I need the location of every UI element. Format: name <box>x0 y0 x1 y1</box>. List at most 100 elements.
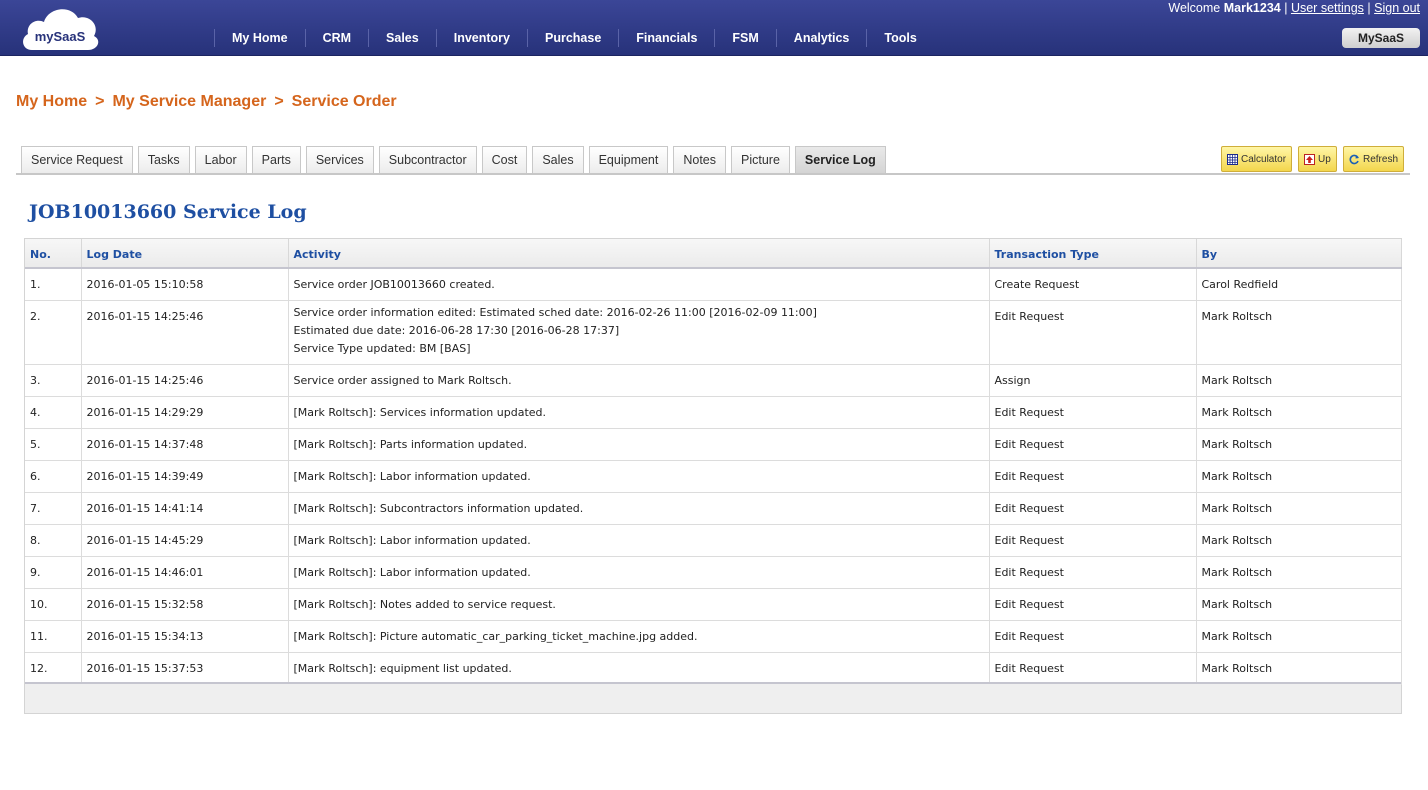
table-row: 4. 2016-01-15 14:29:29 [Mark Roltsch]: Ser… <box>25 396 1402 429</box>
tab-subcontractor[interactable]: Subcontractor <box>378 146 477 173</box>
transaction-type-cell: Edit Request <box>989 492 1197 525</box>
by-cell: Mark Roltsch <box>1196 620 1402 653</box>
by-cell: Mark Roltsch <box>1196 460 1402 493</box>
by-cell: Mark Roltsch <box>1196 588 1402 621</box>
transaction-type-cell: Create Request <box>989 268 1197 301</box>
nav-financials[interactable]: Financials <box>618 29 714 47</box>
table-row: 7. 2016-01-15 14:41:14 [Mark Roltsch]: Sub… <box>25 492 1402 525</box>
log-date-cell: 2016-01-15 14:39:49 <box>81 460 289 493</box>
calculator-icon <box>1227 153 1238 165</box>
activity-line: Service order information edited: Estima… <box>293 306 817 319</box>
column-header-transaction-type[interactable]: Transaction Type <box>989 239 1197 269</box>
nav-fsm[interactable]: FSM <box>714 29 775 47</box>
log-number-cell: 3. <box>25 364 82 397</box>
user-settings-link[interactable]: User settings <box>1291 1 1364 15</box>
table-row: 3. 2016-01-15 14:25:46 Service order assig… <box>25 364 1402 397</box>
log-date-cell: 2016-01-15 14:41:14 <box>81 492 289 525</box>
breadcrumb-my-home[interactable]: My Home <box>16 93 87 110</box>
log-date-cell: 2016-01-15 14:46:01 <box>81 556 289 589</box>
log-number-cell: 8. <box>25 524 82 557</box>
transaction-type-cell: Edit Request <box>989 620 1197 653</box>
column-header-no[interactable]: No. <box>25 239 82 269</box>
activity-cell: [Mark Roltsch]: Parts information update… <box>288 428 990 461</box>
by-cell: Mark Roltsch <box>1196 364 1402 397</box>
page-title: JOB10013660 Service Log <box>29 201 307 223</box>
mysaas-button[interactable]: MySaaS <box>1342 28 1420 48</box>
log-date-cell: 2016-01-15 14:29:29 <box>81 396 289 429</box>
activity-cell: [Mark Roltsch]: Labor information update… <box>288 524 990 557</box>
up-label: Up <box>1318 153 1331 165</box>
column-header-log-date[interactable]: Log Date <box>81 239 289 269</box>
breadcrumb-separator: > <box>274 93 284 110</box>
nav-my-home[interactable]: My Home <box>214 29 305 47</box>
breadcrumb-my-service-manager[interactable]: My Service Manager <box>112 93 266 110</box>
nav-tools[interactable]: Tools <box>866 29 933 47</box>
column-header-by[interactable]: By <box>1196 239 1402 269</box>
transaction-type-cell: Edit Request <box>989 524 1197 557</box>
nav-crm[interactable]: CRM <box>304 29 368 47</box>
nav-inventory[interactable]: Inventory <box>435 29 527 47</box>
activity-line: [Mark Roltsch]: Notes added to service r… <box>293 598 556 611</box>
tab-bar: Service Request Tasks Labor Parts Servic… <box>21 146 891 174</box>
table-row: 5. 2016-01-15 14:37:48 [Mark Roltsch]: Par… <box>25 428 1402 461</box>
log-date-cell: 2016-01-15 15:34:13 <box>81 620 289 653</box>
log-date-cell: 2016-01-05 15:10:58 <box>81 268 289 301</box>
tab-sales[interactable]: Sales <box>532 146 584 173</box>
table-row: 6. 2016-01-15 14:39:49 [Mark Roltsch]: Lab… <box>25 460 1402 493</box>
log-date-cell: 2016-01-15 14:25:46 <box>81 300 289 365</box>
activity-cell: Service order JOB10013660 created. <box>288 268 990 301</box>
logo-text: mySaaS <box>35 29 86 44</box>
log-number-cell: 1. <box>25 268 82 301</box>
refresh-label: Refresh <box>1363 153 1399 165</box>
calculator-button[interactable]: Calculator <box>1221 146 1293 172</box>
table-body: 1. 2016-01-05 15:10:58 Service order JOB10… <box>25 268 1402 685</box>
transaction-type-cell: Edit Request <box>989 396 1197 429</box>
table-footer <box>25 682 1401 713</box>
tab-picture[interactable]: Picture <box>731 146 790 173</box>
activity-line: [Mark Roltsch]: Services information upd… <box>293 406 547 419</box>
welcome-separator: | <box>1367 1 1371 15</box>
service-log-table: No. Log Date Activity Transaction Type B… <box>25 239 1402 685</box>
activity-cell: [Mark Roltsch]: equipment list updated. <box>288 652 990 685</box>
refresh-icon <box>1349 154 1359 164</box>
tab-service-request[interactable]: Service Request <box>21 146 133 173</box>
activity-line: [Mark Roltsch]: Labor information update… <box>293 470 531 483</box>
activity-line: [Mark Roltsch]: Labor information update… <box>293 534 531 547</box>
table-row: 1. 2016-01-05 15:10:58 Service order JOB10… <box>25 268 1402 301</box>
log-number-cell: 6. <box>25 460 82 493</box>
by-cell: Mark Roltsch <box>1196 524 1402 557</box>
nav-analytics[interactable]: Analytics <box>775 29 867 47</box>
transaction-type-cell: Edit Request <box>989 652 1197 685</box>
activity-line: [Mark Roltsch]: Parts information update… <box>293 438 528 451</box>
tab-tasks[interactable]: Tasks <box>137 146 190 173</box>
tab-labor[interactable]: Labor <box>194 146 247 173</box>
activity-line: Service order JOB10013660 created. <box>293 278 495 291</box>
tab-equipment[interactable]: Equipment <box>588 146 669 173</box>
table-row: 12. 2016-01-15 15:37:53 [Mark Roltsch]: eq… <box>25 652 1402 685</box>
welcome-label: Welcome <box>1168 1 1221 15</box>
up-button[interactable]: Up <box>1298 146 1337 172</box>
transaction-type-cell: Edit Request <box>989 556 1197 589</box>
column-header-activity[interactable]: Activity <box>288 239 990 269</box>
log-number-cell: 2. <box>25 300 82 365</box>
sign-out-link[interactable]: Sign out <box>1374 1 1420 15</box>
tab-cost[interactable]: Cost <box>481 146 528 173</box>
tab-services[interactable]: Services <box>305 146 374 173</box>
tab-notes[interactable]: Notes <box>673 146 727 173</box>
tab-parts[interactable]: Parts <box>251 146 301 173</box>
log-date-cell: 2016-01-15 14:45:29 <box>81 524 289 557</box>
mysaas-logo[interactable]: mySaaS <box>18 2 102 54</box>
refresh-button[interactable]: Refresh <box>1343 146 1405 172</box>
activity-line: Service Type updated: BM [BAS] <box>293 342 471 355</box>
nav-sales[interactable]: Sales <box>368 29 436 47</box>
breadcrumb-service-order[interactable]: Service Order <box>292 93 397 110</box>
activity-cell: [Mark Roltsch]: Services information upd… <box>288 396 990 429</box>
breadcrumb: My Home > My Service Manager > Service Order <box>16 93 397 111</box>
activity-cell: Service order information edited: Estima… <box>288 300 990 365</box>
activity-cell: [Mark Roltsch]: Notes added to service r… <box>288 588 990 621</box>
nav-purchase[interactable]: Purchase <box>526 29 618 47</box>
log-number-cell: 9. <box>25 556 82 589</box>
log-number-cell: 5. <box>25 428 82 461</box>
transaction-type-cell: Edit Request <box>989 428 1197 461</box>
tab-service-log[interactable]: Service Log <box>794 146 886 173</box>
